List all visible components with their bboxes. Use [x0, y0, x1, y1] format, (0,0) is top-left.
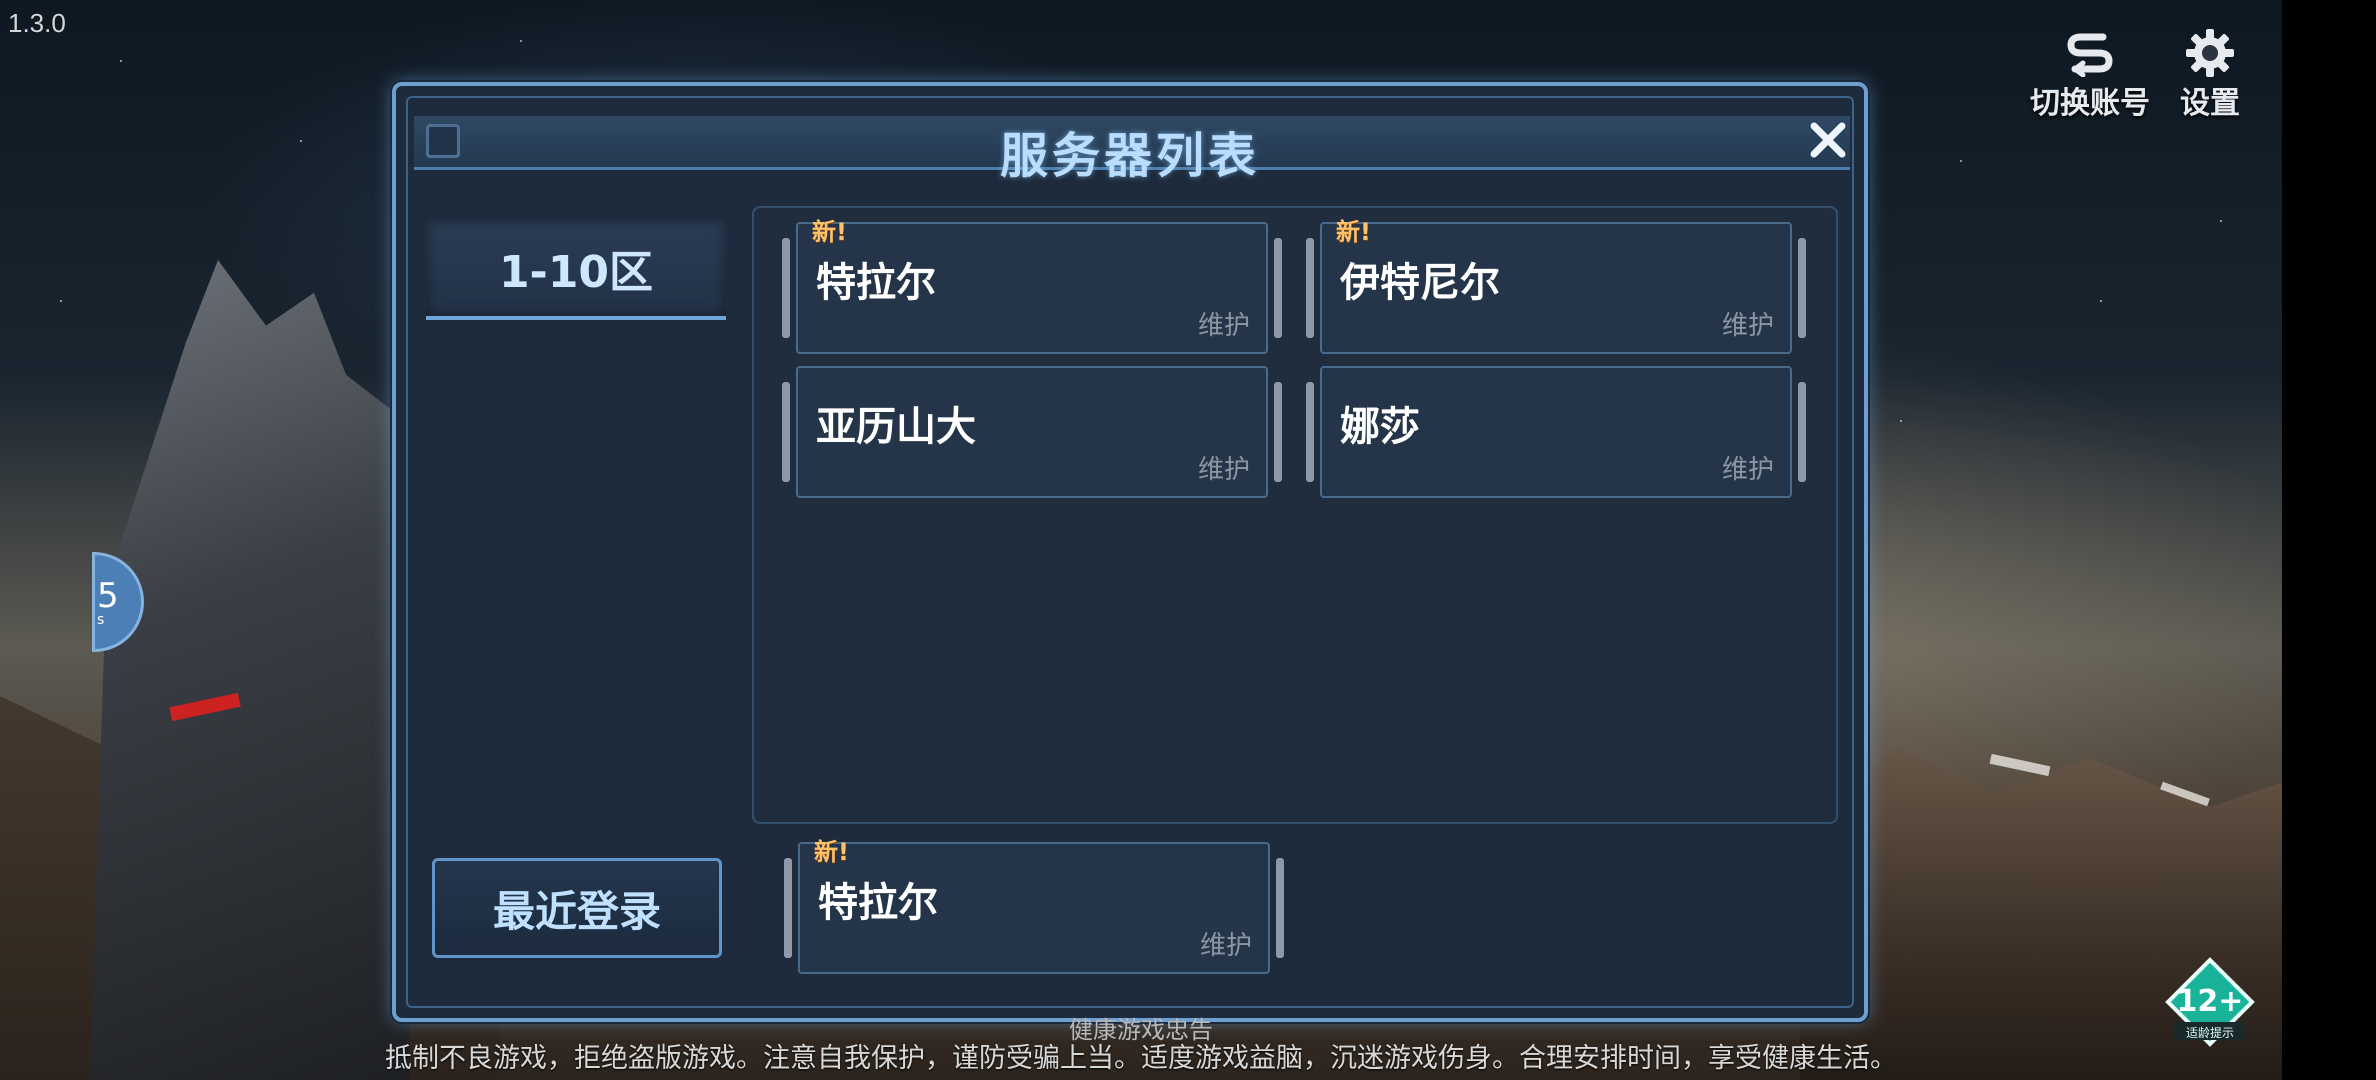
server-card-1[interactable]: 新! 特拉尔 维护	[782, 218, 1282, 354]
server-status: 维护	[1197, 455, 1250, 485]
age-rating-badge[interactable]: 12+ 适龄提示	[2160, 956, 2260, 1056]
server-name: 特拉尔	[816, 260, 936, 306]
health-notice-text: 抵制不良游戏，拒绝盗版游戏。注意自我保护，谨防受骗上当。适度游戏益脑，沉迷游戏伤…	[385, 1043, 1897, 1074]
server-grid: 新! 特拉尔 维护 新! 伊特尼尔 维护 亚历山大 维护 娜莎 维护	[752, 206, 1838, 824]
screen-edge	[2282, 0, 2376, 1080]
server-name: 娜莎	[1340, 404, 1420, 450]
server-card-3[interactable]: 亚历山大 维护	[782, 366, 1282, 498]
new-badge: 新!	[814, 838, 849, 866]
tab-zone-1-10[interactable]: 1-10区	[426, 220, 726, 320]
server-card-4[interactable]: 娜莎 维护	[1306, 366, 1806, 498]
server-name: 伊特尼尔	[1340, 260, 1500, 306]
version-label: 1.3.0	[8, 8, 66, 38]
server-status: 维护	[1721, 311, 1774, 341]
server-status: 维护	[1197, 311, 1250, 341]
bubble-suffix: s	[97, 612, 105, 628]
recent-login-button[interactable]: 最近登录	[432, 858, 722, 958]
new-badge: 新!	[812, 218, 847, 246]
armored-character	[90, 260, 410, 1080]
age-rating-label: 12+	[2176, 984, 2244, 1019]
switch-account-button[interactable]: 切换账号	[2030, 28, 2150, 122]
server-status: 维护	[1721, 455, 1774, 485]
new-badge: 新!	[1336, 218, 1371, 246]
close-icon	[1810, 122, 1846, 158]
recent-server-card[interactable]: 新! 特拉尔 维护	[784, 838, 1284, 974]
server-status: 维护	[1199, 931, 1252, 961]
close-button[interactable]	[1806, 118, 1850, 162]
server-card-2[interactable]: 新! 伊特尼尔 维护	[1306, 218, 1806, 354]
age-rating-caption: 适龄提示	[2185, 1026, 2234, 1040]
dialog-title: 服务器列表	[999, 128, 1260, 184]
settings-button[interactable]: 设置	[2180, 28, 2240, 122]
server-name: 亚历山大	[816, 404, 976, 450]
bubble-number: 5	[97, 576, 119, 616]
gear-icon	[2182, 28, 2238, 78]
settings-label: 设置	[2180, 86, 2240, 121]
server-list-dialog: 服务器列表 1-10区 最近登录 新! 特拉尔 维护 新! 伊特尼尔 维护 亚历…	[392, 82, 1868, 1022]
server-name: 特拉尔	[818, 880, 938, 926]
switch-account-label: 切换账号	[2030, 86, 2150, 121]
switch-account-icon	[2062, 28, 2118, 78]
